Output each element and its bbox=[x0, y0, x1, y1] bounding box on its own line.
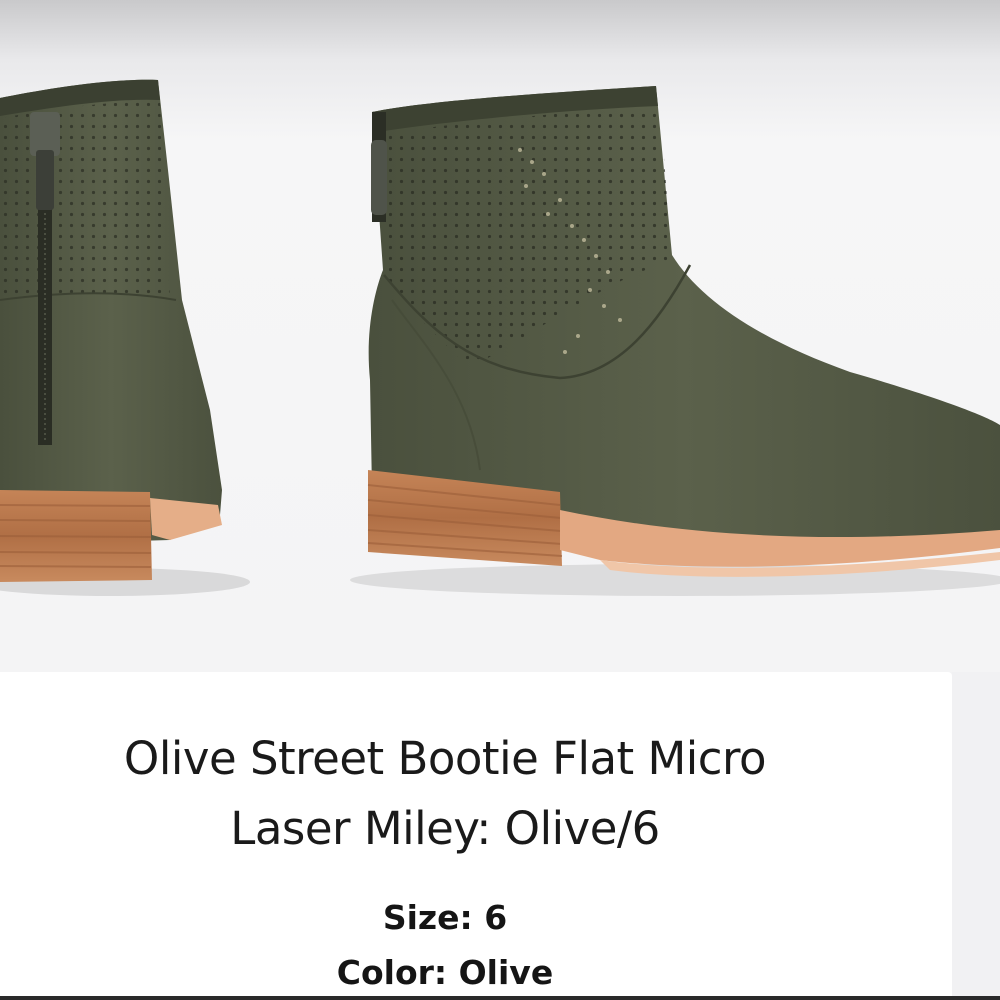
color-label: Color: bbox=[336, 953, 448, 992]
size-attribute: Size: 6 bbox=[0, 893, 890, 943]
size-value: 6 bbox=[484, 898, 508, 937]
page-background bbox=[952, 672, 1000, 1000]
product-title: Olive Street Bootie Flat Micro Laser Mil… bbox=[123, 732, 767, 855]
size-label: Size: bbox=[382, 898, 473, 937]
bottom-divider bbox=[0, 996, 1000, 1000]
color-attribute: Color: Olive bbox=[0, 948, 890, 998]
left-boot bbox=[0, 79, 250, 596]
right-boot bbox=[350, 86, 1000, 596]
bootie-photo bbox=[0, 79, 1000, 596]
product-image[interactable] bbox=[0, 0, 1000, 672]
color-value: Olive bbox=[458, 953, 554, 992]
